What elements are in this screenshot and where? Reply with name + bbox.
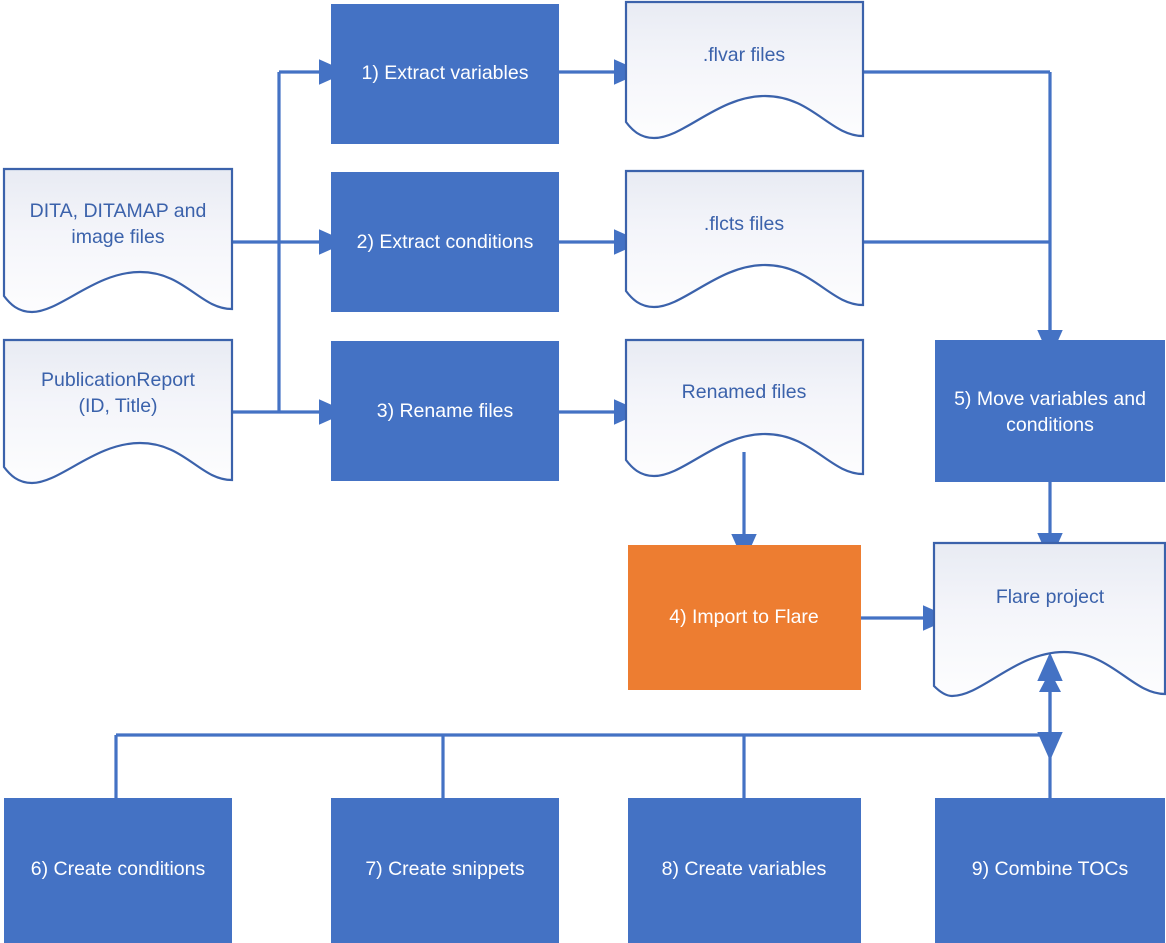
- node-dita-sources[interactable]: DITA, DITAMAP and image files: [2, 167, 234, 314]
- process-shape: [935, 340, 1165, 482]
- node-step-3-rename-files[interactable]: 3) Rename files: [331, 341, 559, 481]
- connector-flvar-flcts-bus: [863, 70, 1052, 331]
- node-label-line-2: (ID, Title): [78, 395, 157, 417]
- node-label-line-2: image files: [71, 226, 164, 248]
- node-label: .flcts files: [704, 213, 784, 235]
- node-label: Flare project: [996, 586, 1105, 608]
- node-label: 3) Rename files: [377, 400, 514, 422]
- node-step-8-create-variables[interactable]: 8) Create variables: [628, 798, 861, 943]
- node-publication-report[interactable]: PublicationReport (ID, Title): [2, 338, 234, 485]
- node-step-5-move-variables-conditions[interactable]: 5) Move variables and conditions: [935, 340, 1165, 482]
- node-label-line-1: DITA, DITAMAP and: [30, 200, 207, 222]
- connector-bottom-bus: [114, 733, 1052, 798]
- node-step-6-create-conditions[interactable]: 6) Create conditions: [4, 798, 232, 943]
- node-step-9-combine-tocs[interactable]: 9) Combine TOCs: [935, 798, 1165, 943]
- node-label: 1) Extract variables: [362, 62, 529, 84]
- node-flcts-files[interactable]: .flcts files: [624, 169, 865, 309]
- node-label: 8) Create variables: [662, 858, 827, 880]
- node-label: 6) Create conditions: [31, 858, 206, 880]
- node-label: 9) Combine TOCs: [972, 858, 1129, 880]
- node-label: 7) Create snippets: [365, 858, 525, 880]
- flowchart-svg: DITA, DITAMAP and image files Publicatio…: [2, 0, 1166, 943]
- document-shape: [624, 0, 865, 140]
- node-flvar-files[interactable]: .flvar files: [624, 0, 865, 140]
- node-label-line-2: conditions: [1006, 414, 1094, 436]
- node-label: .flvar files: [703, 44, 786, 66]
- node-label-line-1: PublicationReport: [41, 369, 196, 391]
- node-step-1-extract-variables[interactable]: 1) Extract variables: [331, 4, 559, 144]
- connector-sources-bus: [232, 72, 281, 414]
- node-label: 4) Import to Flare: [669, 606, 819, 628]
- node-step-7-create-snippets[interactable]: 7) Create snippets: [331, 798, 559, 943]
- node-label: Renamed files: [682, 381, 807, 403]
- node-label-line-1: 5) Move variables and: [954, 388, 1146, 410]
- node-step-4-import-to-flare[interactable]: 4) Import to Flare: [628, 545, 861, 690]
- node-step-2-extract-conditions[interactable]: 2) Extract conditions: [331, 172, 559, 312]
- arrow-up-head-icon: [1039, 671, 1061, 692]
- flowchart-canvas: DITA, DITAMAP and image files Publicatio…: [0, 0, 1166, 943]
- node-label: 2) Extract conditions: [357, 231, 534, 253]
- document-shape: [624, 169, 865, 309]
